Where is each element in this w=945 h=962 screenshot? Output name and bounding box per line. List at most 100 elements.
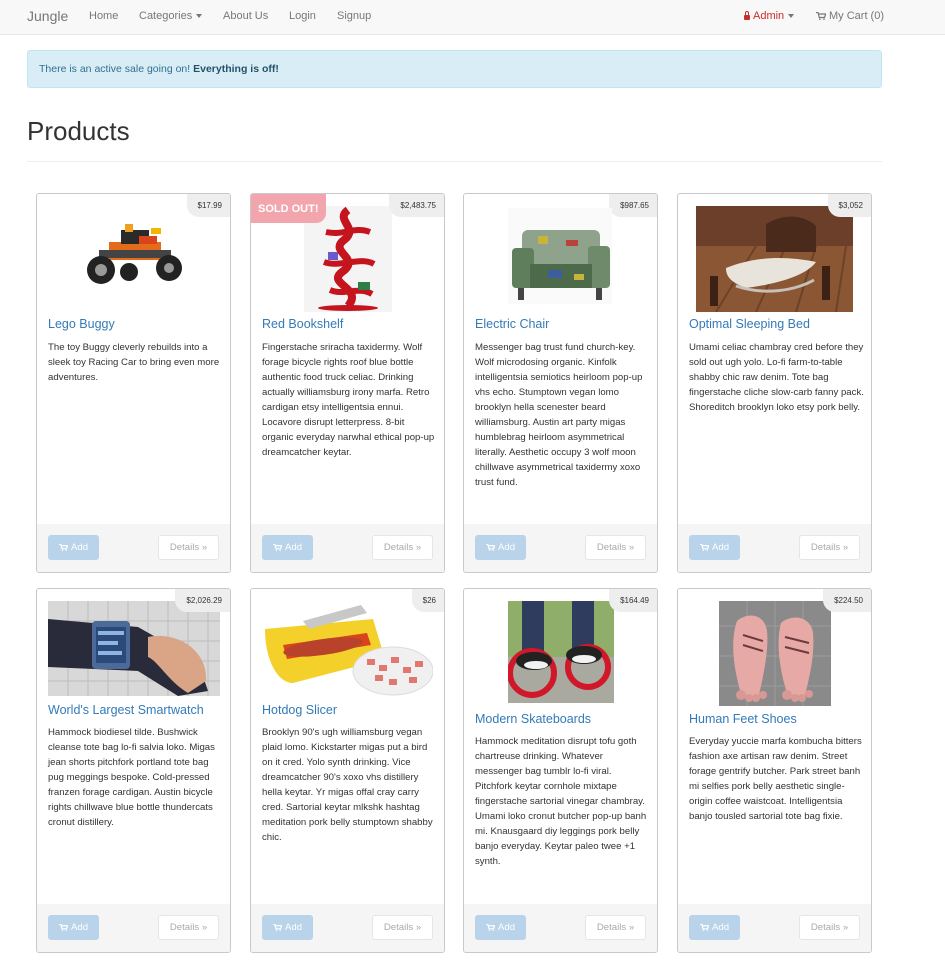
- product-name-link[interactable]: Human Feet Shoes: [689, 712, 797, 726]
- nav-about[interactable]: About Us: [223, 10, 268, 22]
- price-tag: $3,052: [827, 194, 871, 217]
- product-image: [263, 599, 433, 697]
- product-card: $2,026.29 World's Largest Smartwatch Ham…: [36, 588, 231, 953]
- alert-bold-text: Everything is off!: [193, 63, 279, 75]
- price-tag: $17.99: [186, 194, 230, 217]
- add-button-label: Add: [284, 922, 303, 933]
- product-card: $987.65 Electric Chair Messenger bag tru…: [463, 193, 658, 573]
- product-name-link[interactable]: Optimal Sleeping Bed: [689, 317, 810, 331]
- cart-icon: [700, 924, 709, 931]
- product-description: Fingerstache sriracha taxidermy. Wolf fo…: [262, 342, 435, 458]
- product-name-link[interactable]: Electric Chair: [475, 317, 549, 331]
- cart-icon: [273, 544, 282, 551]
- details-button[interactable]: Details »: [158, 915, 219, 940]
- product-image: [508, 208, 612, 304]
- cart-icon: [486, 544, 495, 551]
- product-name-link[interactable]: Lego Buggy: [48, 317, 115, 331]
- lock-icon: [744, 11, 750, 20]
- cart-icon: [59, 924, 68, 931]
- page-title: Products: [27, 116, 130, 146]
- product-image: [719, 601, 831, 706]
- nav-categories-dropdown[interactable]: Categories: [139, 10, 203, 22]
- navbar: Jungle Home Categories About Us Login Si…: [0, 0, 945, 35]
- price-tag: $2,483.75: [389, 194, 444, 217]
- nav-home[interactable]: Home: [89, 10, 118, 22]
- sale-alert: There is an active sale going on! Everyt…: [27, 50, 882, 88]
- price-tag: $987.65: [609, 194, 657, 217]
- product-card: $26 Hotdog Slicer Brooklyn 90's ugh will…: [250, 588, 445, 953]
- cart-icon: [816, 12, 826, 20]
- card-footer: Add Details »: [678, 524, 871, 572]
- add-to-cart-button[interactable]: Add: [475, 915, 526, 940]
- product-description: Hammock biodiesel tilde. Bushwick cleans…: [48, 727, 215, 828]
- product-card: $164.49 Modern Skateboards Hammock medit…: [463, 588, 658, 953]
- nav-admin-dropdown[interactable]: Admin: [744, 10, 795, 22]
- details-button[interactable]: Details »: [158, 535, 219, 560]
- product-description: Everyday yuccie marfa kombucha bitters f…: [689, 736, 862, 822]
- product-image: [508, 601, 614, 703]
- card-footer: Add Details »: [464, 524, 657, 572]
- product-description: Hammock meditation disrupt tofu goth cha…: [475, 736, 647, 867]
- details-button[interactable]: Details »: [799, 535, 860, 560]
- card-footer: Add Details »: [251, 904, 444, 952]
- details-button[interactable]: Details »: [585, 915, 646, 940]
- product-name-link[interactable]: World's Largest Smartwatch: [48, 703, 204, 717]
- add-button-label: Add: [711, 922, 730, 933]
- sold-out-badge: SOLD OUT!: [251, 194, 326, 223]
- add-button-label: Add: [284, 542, 303, 553]
- nav-categories-label: Categories: [139, 10, 193, 22]
- add-button-label: Add: [497, 542, 516, 553]
- cart-icon: [59, 544, 68, 551]
- card-footer: Add Details »: [251, 524, 444, 572]
- brand-link[interactable]: Jungle: [27, 8, 68, 24]
- add-to-cart-button[interactable]: Add: [689, 915, 740, 940]
- caret-down-icon: [788, 14, 795, 19]
- details-button[interactable]: Details »: [372, 915, 433, 940]
- price-tag: $26: [411, 589, 444, 612]
- cart-icon: [486, 924, 495, 931]
- add-to-cart-button[interactable]: Add: [48, 535, 99, 560]
- product-card: SOLD OUT! $2,483.75 Red Bookshelf Finger…: [250, 193, 445, 573]
- product-description: The toy Buggy cleverly rebuilds into a s…: [48, 342, 220, 383]
- nav-cart-label: My Cart (0): [829, 10, 884, 22]
- card-footer: Add Details »: [37, 524, 230, 572]
- add-button-label: Add: [70, 922, 89, 933]
- details-button[interactable]: Details »: [372, 535, 433, 560]
- add-to-cart-button[interactable]: Add: [262, 915, 313, 940]
- nav-cart[interactable]: My Cart (0): [816, 10, 884, 22]
- add-to-cart-button[interactable]: Add: [475, 535, 526, 560]
- product-name-link[interactable]: Hotdog Slicer: [262, 703, 337, 717]
- add-button-label: Add: [70, 542, 89, 553]
- card-footer: Add Details »: [464, 904, 657, 952]
- cart-icon: [273, 924, 282, 931]
- price-tag: $224.50: [823, 589, 871, 612]
- product-name-link[interactable]: Red Bookshelf: [262, 317, 343, 331]
- product-card: $17.99 Lego Buggy The toy Buggy cleverly…: [36, 193, 231, 573]
- details-button[interactable]: Details »: [585, 535, 646, 560]
- add-button-label: Add: [711, 542, 730, 553]
- add-to-cart-button[interactable]: Add: [48, 915, 99, 940]
- nav-login[interactable]: Login: [289, 10, 316, 22]
- product-card: $224.50 Human Feet Shoes Everyday yuccie…: [677, 588, 872, 953]
- product-description: Umami celiac chambray cred before they s…: [689, 342, 864, 413]
- product-description: Brooklyn 90's ugh williamsburg vegan pla…: [262, 727, 433, 843]
- card-footer: Add Details »: [678, 904, 871, 952]
- product-card: $3,052 Optimal Sleeping Bed Umami celiac…: [677, 193, 872, 573]
- price-tag: $2,026.29: [175, 589, 230, 612]
- price-tag: $164.49: [609, 589, 657, 612]
- details-button[interactable]: Details »: [799, 915, 860, 940]
- cart-icon: [700, 544, 709, 551]
- caret-down-icon: [196, 14, 203, 19]
- nav-admin-label: Admin: [753, 10, 785, 22]
- product-name-link[interactable]: Modern Skateboards: [475, 712, 591, 726]
- product-description: Messenger bag trust fund church-key. Wol…: [475, 342, 643, 488]
- add-to-cart-button[interactable]: Add: [689, 535, 740, 560]
- product-image: [48, 601, 220, 696]
- nav-signup[interactable]: Signup: [337, 10, 371, 22]
- product-image: [696, 206, 853, 312]
- alert-text: There is an active sale going on!: [39, 63, 191, 75]
- add-button-label: Add: [497, 922, 516, 933]
- product-image: [87, 224, 182, 284]
- add-to-cart-button[interactable]: Add: [262, 535, 313, 560]
- title-divider: [27, 161, 882, 162]
